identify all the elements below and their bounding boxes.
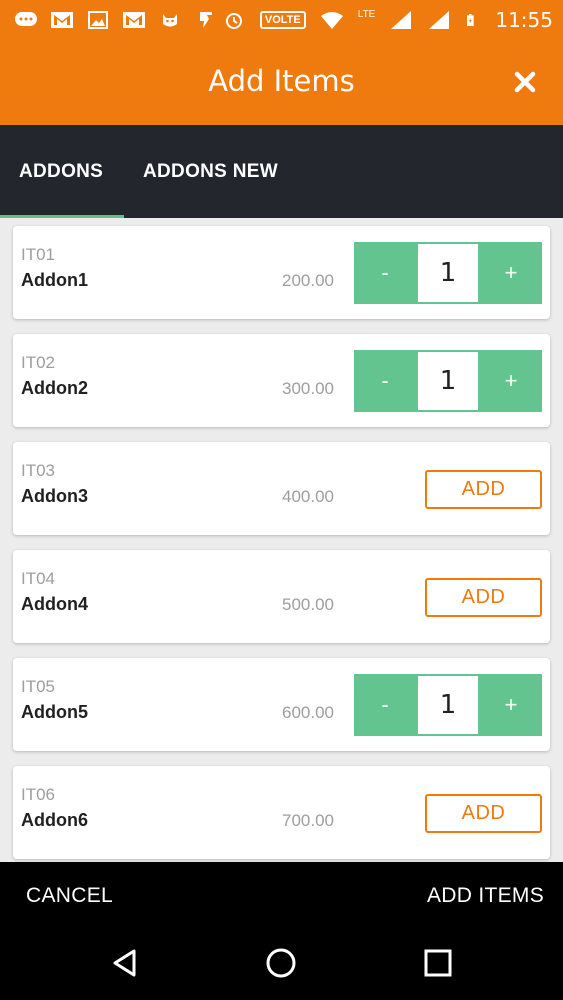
item-name: Addon3 [21, 486, 88, 506]
item-name: Addon2 [21, 378, 88, 398]
increment-button[interactable]: + [480, 350, 542, 412]
quantity-value: 1 [418, 352, 478, 410]
item-code: IT01 [21, 245, 56, 264]
clock: 11:55 [495, 8, 553, 32]
gmail-icon [123, 12, 145, 28]
cancel-button[interactable]: CANCEL [26, 884, 113, 908]
item-code: IT03 [21, 461, 56, 480]
signal-icon [391, 11, 412, 29]
image-icon [88, 11, 108, 29]
item-price: 200.00 [282, 271, 334, 290]
add-button[interactable]: ADD [425, 470, 542, 509]
item-name: Addon6 [21, 810, 88, 830]
item-code: IT06 [21, 785, 56, 804]
item-code: IT04 [21, 569, 56, 588]
add-button[interactable]: ADD [425, 578, 542, 617]
page-title: Add Items [208, 64, 355, 98]
battery-icon [467, 14, 475, 26]
signal-icon [429, 11, 450, 29]
item-code: IT05 [21, 677, 56, 696]
increment-button[interactable]: + [480, 242, 542, 304]
item-code: IT02 [21, 353, 56, 372]
add-button[interactable]: ADD [425, 794, 542, 833]
item-name: Addon1 [21, 270, 88, 290]
close-icon[interactable] [511, 68, 539, 96]
quantity-stepper: - 1 + [354, 674, 542, 736]
gmail-icon [51, 12, 73, 28]
decrement-button[interactable]: - [354, 242, 416, 304]
tab-bar: ADDONS ADDONS NEW [0, 125, 563, 218]
list-item: IT05 Addon5 600.00 - 1 + [13, 658, 550, 751]
tab-addons[interactable]: ADDONS [19, 161, 103, 183]
item-name: Addon4 [21, 594, 88, 614]
recent-apps-icon[interactable] [421, 946, 455, 980]
notification-icons [14, 6, 218, 34]
system-nav-bar [0, 926, 563, 1000]
list-item: IT04 Addon4 500.00 ADD [13, 550, 550, 643]
item-price: 400.00 [282, 487, 334, 506]
list-item: IT03 Addon3 400.00 ADD [13, 442, 550, 535]
quantity-value: 1 [418, 676, 478, 734]
item-price: 600.00 [282, 703, 334, 722]
system-icons: VOLTE LTE 11:55 [222, 6, 553, 34]
increment-button[interactable]: + [480, 674, 542, 736]
quantity-value: 1 [418, 244, 478, 302]
alarm-icon [225, 13, 242, 29]
cat-icon [163, 14, 177, 27]
list-item: IT01 Addon1 200.00 - 1 + [13, 226, 550, 319]
status-bar: VOLTE LTE 11:55 [0, 0, 563, 40]
back-icon[interactable] [108, 946, 142, 980]
item-list: IT01 Addon1 200.00 - 1 + IT02 Addon2 300… [0, 218, 563, 862]
app-bar: Add Items [0, 40, 563, 125]
item-price: 300.00 [282, 379, 334, 398]
wifi-icon [320, 12, 343, 29]
quantity-stepper: - 1 + [354, 242, 542, 304]
home-icon[interactable] [264, 946, 298, 980]
tab-addons-new[interactable]: ADDONS NEW [143, 161, 278, 183]
add-items-button[interactable]: ADD ITEMS [427, 884, 544, 908]
decrement-button[interactable]: - [354, 674, 416, 736]
bottom-action-bar: CANCEL ADD ITEMS [0, 862, 563, 926]
decrement-button[interactable]: - [354, 350, 416, 412]
quantity-stepper: - 1 + [354, 350, 542, 412]
volte-icon: VOLTE [259, 11, 306, 29]
lte-icon: LTE [357, 8, 376, 20]
item-name: Addon5 [21, 702, 88, 722]
item-price: 700.00 [282, 811, 334, 830]
item-price: 500.00 [282, 595, 334, 614]
list-item: IT06 Addon6 700.00 ADD [13, 766, 550, 859]
list-item: IT02 Addon2 300.00 - 1 + [13, 334, 550, 427]
message-icon [15, 12, 37, 26]
flash-icon [200, 12, 212, 28]
